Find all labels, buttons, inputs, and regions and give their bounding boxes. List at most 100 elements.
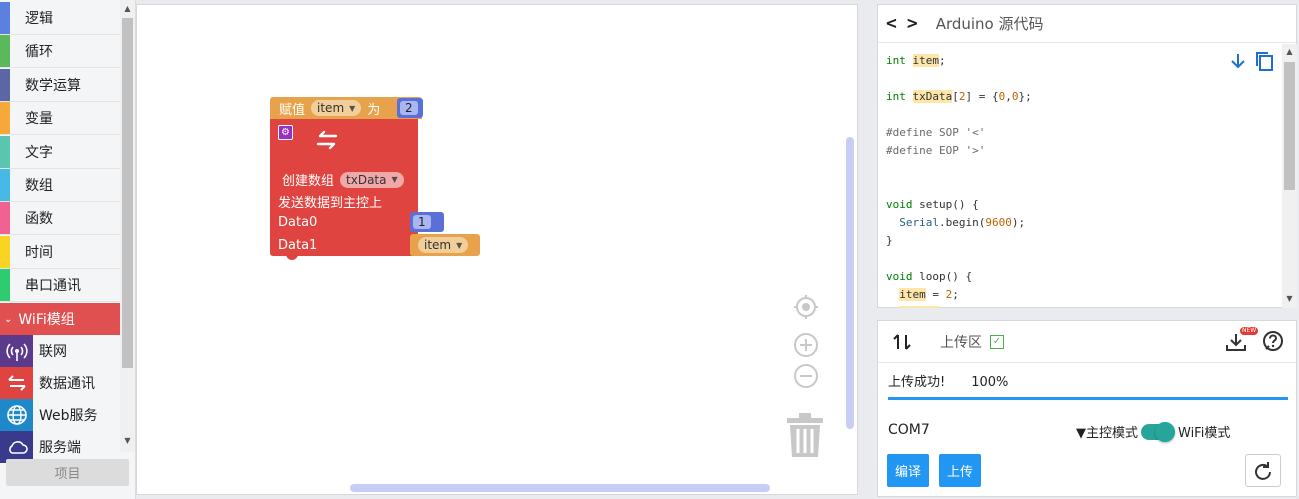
category-color-stripe [0, 269, 10, 302]
app-root: 逻辑循环数学运算变量文字数组函数时间串口通讯 ⌄ WiFi模组联网数据通讯 Web服务… [0, 0, 1299, 499]
code-scrollbar[interactable]: ▲ ▼ [1282, 44, 1297, 308]
gear-icon[interactable]: ⚙ [278, 125, 293, 140]
nav-forward-button[interactable]: > [907, 13, 918, 34]
scroll-up-arrow-icon[interactable]: ▲ [122, 4, 133, 13]
zoom-out-icon[interactable] [793, 363, 819, 389]
assign-suffix-label: 为 [367, 102, 381, 118]
trash-icon[interactable] [785, 412, 825, 458]
category-color-stripe [0, 2, 10, 34]
mode-switch: ▼主控模式 WiFi模式 [1076, 421, 1231, 442]
toolbox-category[interactable]: 文字 [0, 135, 120, 169]
toolbox-category[interactable]: 逻辑 [0, 2, 120, 35]
toolbox-category[interactable]: 循环 [0, 35, 120, 69]
scroll-down-arrow-icon[interactable]: ▼ [122, 436, 133, 445]
variable-dropdown[interactable]: item ▼ [418, 237, 469, 253]
category-color-stripe [0, 135, 10, 168]
toolbox-category[interactable]: 函数 [0, 202, 120, 236]
subcategory-label: 服务端 [39, 440, 81, 456]
toolbox-scrollbar[interactable]: ▲ ▼ [120, 0, 135, 452]
scroll-down-arrow-icon[interactable]: ▼ [1284, 294, 1295, 303]
master-mode-label[interactable]: ▼主控模式 [1076, 422, 1138, 441]
project-button[interactable]: 项目 [6, 459, 129, 486]
toolbox-subcategory[interactable]: 联网 [0, 335, 120, 367]
refresh-button[interactable] [1245, 454, 1281, 487]
category-color-stripe [0, 235, 10, 268]
dropdown-arrow-icon: ▼ [456, 240, 463, 250]
mode-toggle[interactable] [1141, 421, 1175, 442]
number-value[interactable]: 1 [413, 215, 431, 229]
code-tools [1228, 51, 1274, 71]
toolbox-subcategory[interactable]: 数据通讯 [0, 367, 120, 399]
refresh-icon [1255, 461, 1271, 480]
data0-label: Data0 [278, 215, 318, 230]
block-workspace[interactable] [136, 4, 858, 495]
number-block-2[interactable]: 2 [397, 98, 423, 118]
upload-status-text: 上传成功! [888, 375, 946, 390]
code-line: int item; [886, 54, 946, 67]
help-icon[interactable] [1262, 330, 1284, 352]
code-line: #define EOP '>' [886, 144, 986, 157]
subcategory-label: 数据通讯 [39, 376, 95, 392]
progress-fill [888, 397, 1288, 400]
download-arrow-icon[interactable] [1228, 51, 1248, 71]
scrollbar-thumb[interactable] [1284, 62, 1295, 190]
serial-port-label[interactable]: COM7 [888, 422, 930, 438]
wifi-mode-label: WiFi模式 [1178, 426, 1231, 441]
new-badge: NEW [1240, 327, 1259, 335]
transfer-arrows-icon [893, 333, 911, 350]
send-data-block[interactable]: ⚙ 创建数组 txData ▼ 发送数据到主控上 Data0 Data1 [270, 119, 418, 256]
toolbox-category[interactable]: 串口通讯 [0, 269, 120, 303]
code-line: Serial.begin(9600); [899, 216, 1026, 229]
subcategory-label: Web服务 [39, 408, 98, 424]
number-block-1[interactable]: 1 [410, 212, 444, 232]
workspace-horizontal-scrollbar[interactable] [350, 484, 770, 492]
code-line: #define SOP '<' [886, 126, 986, 139]
toolbox-group-wifi[interactable]: ⌄ WiFi模组 [0, 303, 120, 335]
toolbox-category[interactable]: 数组 [0, 169, 120, 202]
toolbox-subcategory[interactable]: Web服务 [0, 399, 120, 431]
upload-status: 上传成功! 100% [888, 371, 1008, 390]
assign-prefix-label: 赋值 [279, 102, 306, 118]
scrollbar-thumb[interactable] [122, 18, 133, 368]
number-value[interactable]: 2 [400, 101, 418, 115]
upload-header: 上传区 ✓ NEW [878, 321, 1296, 363]
subcategory-label: 联网 [39, 344, 67, 360]
array-name-dropdown[interactable]: txData ▼ [340, 171, 404, 188]
category-label: 串口通讯 [25, 278, 81, 295]
toolbox-category[interactable]: 变量 [0, 102, 120, 136]
category-label: 循环 [25, 44, 53, 61]
code-editor[interactable]: int item; int txData[2] = {0,0}; #define… [878, 44, 1282, 308]
category-label: 时间 [25, 244, 53, 261]
category-color-stripe [0, 102, 10, 135]
toolbox-category[interactable]: 时间 [0, 235, 120, 269]
code-line: int txData[2] = {0,0}; [886, 90, 1032, 103]
code-line: void loop() { [886, 270, 973, 283]
create-array-label: 创建数组 [282, 174, 335, 189]
create-array-line: 创建数组 txData ▼ [282, 170, 410, 189]
variable-dropdown[interactable]: item ▼ [311, 100, 362, 116]
swap-icon [0, 367, 33, 399]
code-panel-title: Arduino 源代码 [935, 15, 1044, 33]
upload-progress-bar [888, 397, 1288, 400]
dropdown-arrow-icon: ▼ [349, 103, 356, 113]
compile-button[interactable]: 编译 [887, 454, 929, 487]
toolbox-category[interactable]: 数学运算 [0, 68, 120, 102]
checkmark-icon[interactable]: ✓ [990, 334, 1004, 349]
workspace-vertical-scrollbar[interactable] [846, 137, 854, 429]
category-label: 函数 [25, 211, 53, 228]
antenna-icon [0, 335, 33, 367]
variable-item-block[interactable]: item ▼ [410, 234, 480, 256]
scroll-up-arrow-icon[interactable]: ▲ [1284, 47, 1295, 56]
category-label: 数组 [25, 178, 53, 194]
copy-icon[interactable] [1254, 51, 1274, 71]
nav-back-button[interactable]: < [886, 13, 897, 34]
toggle-knob[interactable] [1155, 421, 1175, 442]
upload-button[interactable]: 上传 [939, 454, 981, 487]
recenter-icon[interactable] [793, 294, 819, 320]
zoom-in-icon[interactable] [793, 332, 819, 358]
category-label: 变量 [25, 111, 53, 128]
